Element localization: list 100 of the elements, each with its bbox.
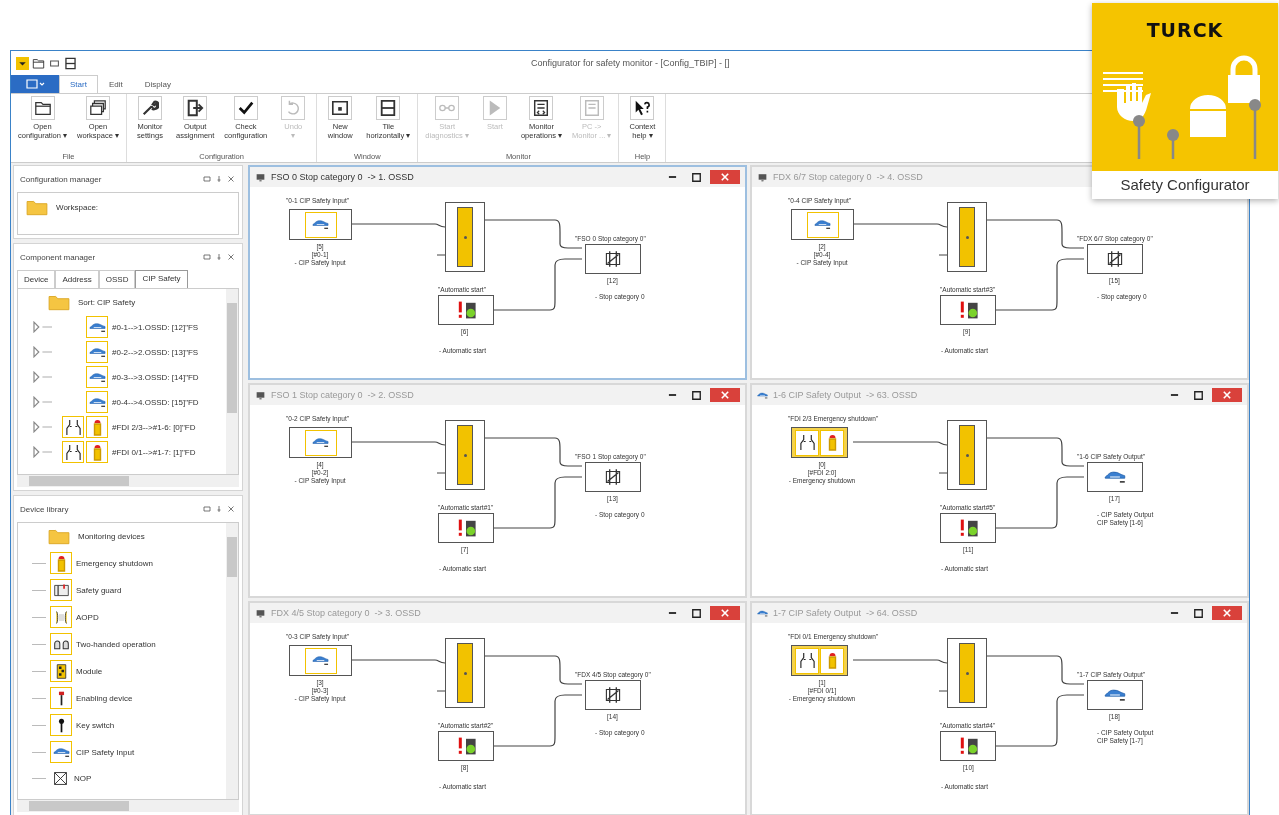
crossed-box-icon	[51, 769, 69, 787]
output-block[interactable]	[585, 244, 641, 274]
start-block[interactable]	[940, 513, 996, 543]
tree-item[interactable]: Two-handed operation	[22, 633, 222, 655]
window-icon	[202, 504, 212, 514]
expander-icon	[32, 396, 54, 408]
window-title: FSO 1 Stop category 0 -> 2. OSSD	[271, 390, 415, 400]
and-gate-icon	[965, 453, 969, 457]
ribbon-tab[interactable]: Start	[59, 75, 98, 93]
output-block[interactable]	[1087, 462, 1143, 492]
maximize-icon	[691, 390, 701, 400]
scrollbar[interactable]	[17, 475, 239, 487]
and-gate-icon	[463, 453, 467, 457]
close-icon	[721, 391, 729, 399]
close-icon	[721, 173, 729, 181]
expander-icon	[32, 421, 54, 433]
start-block[interactable]	[438, 731, 494, 761]
folder-icon	[32, 56, 45, 70]
wrench-icon	[140, 99, 159, 117]
wire-line	[938, 472, 948, 474]
and-gate-icon	[965, 671, 969, 675]
panel-tab[interactable]: OSSD	[98, 270, 136, 288]
tree-item[interactable]: #0-1-->1.OSSD: [12]"FS	[22, 316, 222, 338]
minimize-icon	[1169, 393, 1179, 397]
tree-item[interactable]: Module	[22, 660, 222, 682]
close-icon	[721, 609, 729, 617]
start-block[interactable]	[940, 295, 996, 325]
tree-item[interactable]: Safety guard	[22, 579, 222, 601]
window-icon	[331, 99, 350, 117]
scrollbar[interactable]	[17, 800, 239, 812]
tree-item[interactable]: #0-2-->2.OSSD: [13]"FS	[22, 341, 222, 363]
source-block[interactable]	[289, 427, 352, 458]
panel-arrows-icon	[532, 99, 551, 117]
logic-gate-block[interactable]	[445, 638, 485, 708]
expander-icon	[32, 346, 54, 358]
scrollbar[interactable]	[226, 523, 238, 799]
tree-item[interactable]: NOP	[22, 768, 222, 788]
start-block[interactable]	[438, 513, 494, 543]
checkmark-icon	[236, 99, 255, 117]
logic-gate-block[interactable]	[445, 420, 485, 490]
output-block[interactable]	[585, 680, 641, 710]
tree-item[interactable]: #0-3-->3.OSSD: [14]"FD	[22, 366, 222, 388]
app-menu-icon[interactable]	[16, 56, 29, 70]
tree-item[interactable]: Sort: CIP Safety	[22, 291, 222, 313]
tree-item[interactable]: AOPD	[22, 606, 222, 628]
and-gate-icon	[463, 235, 467, 239]
output-block[interactable]	[1087, 244, 1143, 274]
tree-item[interactable]: #FDI 0/1-->#1-7: [1]"FD	[22, 441, 222, 463]
contacts-icon	[798, 652, 816, 669]
help-icon	[633, 99, 652, 117]
logic-gate-block[interactable]	[445, 202, 485, 272]
source-block[interactable]	[289, 209, 352, 240]
logic-gate-block[interactable]	[947, 638, 987, 708]
exit-arrow-icon	[186, 99, 205, 117]
close-icon	[1223, 609, 1231, 617]
tree-item[interactable]: Emergency shutdown	[22, 552, 222, 574]
close-icon	[226, 504, 236, 514]
source-block[interactable]	[791, 427, 848, 458]
start-block[interactable]	[438, 295, 494, 325]
window-title: 1-7 CIP Safety Output -> 64. OSSD	[773, 608, 919, 618]
output-block[interactable]	[585, 462, 641, 492]
source-block[interactable]	[289, 645, 352, 676]
logic-gate-block[interactable]	[947, 202, 987, 272]
panel-tab[interactable]: Device	[17, 270, 56, 288]
tree-item[interactable]: Enabling device	[22, 687, 222, 709]
panel-tab[interactable]: Address	[55, 270, 99, 288]
close-button[interactable]	[1212, 606, 1242, 620]
contacts-icon	[798, 434, 816, 451]
monitor-icon	[255, 389, 266, 401]
logic-gate-block[interactable]	[947, 420, 987, 490]
source-block[interactable]	[791, 645, 848, 676]
start-block[interactable]	[940, 731, 996, 761]
panel-tab[interactable]: CIP Safety	[135, 270, 188, 288]
panel-title: Device library	[20, 504, 69, 514]
scrollbar[interactable]	[226, 289, 238, 474]
ribbon-tab[interactable]: Edit	[97, 75, 134, 93]
monitor-icon	[255, 607, 266, 619]
split-window-icon	[379, 99, 398, 117]
close-button[interactable]	[710, 606, 740, 620]
minimize-icon	[667, 393, 677, 397]
close-button[interactable]	[710, 170, 740, 184]
monitor-icon	[255, 171, 266, 183]
folder-icon	[33, 99, 52, 117]
file-menu-button[interactable]	[11, 75, 59, 93]
split-window-icon	[64, 56, 77, 70]
tree-item[interactable]: Monitoring devices	[22, 525, 222, 547]
tree-item[interactable]: #0-4-->4.OSSD: [15]"FD	[22, 391, 222, 413]
tree-item[interactable]: Key switch	[22, 714, 222, 736]
close-button[interactable]	[710, 388, 740, 402]
close-button[interactable]	[1212, 388, 1242, 402]
tree-item[interactable]: CIP Safety Input	[22, 741, 222, 763]
panel-arrows-icon	[582, 99, 601, 117]
output-block[interactable]	[1087, 680, 1143, 710]
wire-line	[938, 690, 948, 692]
wire-line	[436, 254, 446, 256]
source-block[interactable]	[791, 209, 854, 240]
tree-item[interactable]: #FDI 2/3-->#1-6: [0]"FD	[22, 416, 222, 438]
ribbon-tab[interactable]: Display	[133, 75, 182, 93]
window-icon	[202, 252, 212, 262]
and-gate-icon	[965, 235, 969, 239]
